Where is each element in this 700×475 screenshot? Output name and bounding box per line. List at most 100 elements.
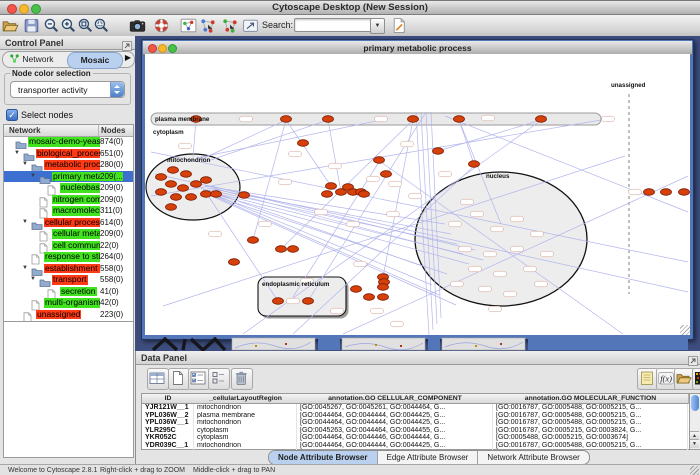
network-view-window[interactable]: primary metabolic process plasma membran…	[141, 39, 694, 340]
edit-document-button[interactable]	[390, 16, 409, 35]
network-node-label[interactable]	[459, 246, 472, 252]
network-node[interactable]	[378, 284, 389, 291]
network-node-label[interactable]	[535, 281, 548, 287]
network-canvas[interactable]: plasma membranecytoplasmmitochondrionnuc…	[145, 54, 690, 335]
network-node-label[interactable]	[391, 321, 404, 327]
tree-expand-icon[interactable]: ▼	[30, 276, 36, 282]
network-window-titlebar[interactable]: primary metabolic process	[143, 41, 692, 55]
select-nodes-checkbox[interactable]: ✓	[6, 109, 18, 121]
network-node-label[interactable]	[482, 115, 495, 121]
network-node-label[interactable]	[279, 179, 292, 185]
tree-expand-icon[interactable]: ▼	[22, 219, 28, 225]
table-cell[interactable]: YDR039C__1	[142, 442, 194, 450]
new-attribute-button[interactable]	[168, 368, 190, 390]
network-node[interactable]	[469, 161, 480, 168]
table-column-header[interactable]: annotation.GO CELLULAR_COMPONENT	[297, 394, 494, 404]
table-scrollbar[interactable]: ▲ ▼	[689, 393, 700, 450]
table-cell[interactable]: cytoplasm	[194, 427, 297, 435]
network-node[interactable]	[303, 298, 314, 305]
tree-expand-icon[interactable]: ▼	[22, 161, 28, 167]
network-node-label[interactable]	[329, 163, 342, 169]
network-node[interactable]	[248, 237, 259, 244]
table-cell[interactable]: [GO:0016787, GO:0005488, GO:0005215, G..…	[493, 419, 688, 427]
network-node-label[interactable]	[347, 221, 360, 227]
network-node[interactable]	[273, 298, 284, 305]
network-node-label[interactable]	[401, 141, 414, 147]
table-cell[interactable]: YKR052C	[142, 434, 194, 442]
select-attributes-button[interactable]	[188, 368, 210, 390]
network-edge[interactable]	[200, 120, 286, 160]
scroll-down-icon[interactable]: ▼	[690, 439, 699, 448]
network-node[interactable]	[229, 259, 240, 266]
network-node[interactable]	[201, 191, 212, 198]
network-node-label[interactable]	[439, 171, 452, 177]
tree-row[interactable]: response to stimul264(0)	[4, 251, 133, 263]
network-node[interactable]	[171, 194, 182, 201]
network-node[interactable]	[181, 171, 192, 178]
tab-network-attribute-browser[interactable]: Network Attribute Browser	[478, 451, 588, 464]
tree-row[interactable]: ▼metabolic process280(0)	[4, 159, 133, 171]
network-node[interactable]	[156, 189, 167, 196]
network-node[interactable]	[378, 294, 389, 301]
network-node-label[interactable]	[209, 231, 222, 237]
table-cell[interactable]: [GO:0044464, GO:0044444, GO:0044425, G..…	[297, 419, 493, 427]
table-cell[interactable]: YLR295C	[142, 427, 194, 435]
float-panel-icon[interactable]	[122, 38, 132, 48]
tree-row[interactable]: multi-organism pro42(0)	[4, 297, 133, 309]
tab-node-attribute-browser[interactable]: Node Attribute Browser	[269, 451, 378, 464]
network-node-label[interactable]	[179, 143, 192, 149]
table-cell[interactable]: [GO:0016787, GO:0005488, GO:0005215, G..…	[493, 412, 688, 420]
birdseye-network-button[interactable]	[179, 16, 198, 35]
tab-network[interactable]: Network	[9, 52, 65, 67]
network-node-label[interactable]	[602, 116, 615, 122]
clone-network-button[interactable]	[221, 16, 240, 35]
network-node-label[interactable]	[461, 199, 474, 205]
table-cell[interactable]: [GO:0044464, GO:0044444, GO:0044425, G..…	[297, 442, 493, 450]
network-node[interactable]	[536, 116, 547, 123]
table-cell[interactable]: YJR121W__1	[142, 404, 194, 412]
tree-row[interactable]: cell communicat22(0)	[4, 240, 133, 252]
network-node[interactable]	[239, 192, 250, 199]
tree-row[interactable]: ▼transport558(0)	[4, 274, 133, 286]
network-node[interactable]	[374, 157, 385, 164]
table-column-header[interactable]: annotation.GO MOLECULAR_FUNCTION	[493, 394, 689, 404]
table-cell[interactable]: YPL036W__1	[142, 419, 194, 427]
network-node[interactable]	[433, 148, 444, 155]
network-edge[interactable]	[205, 120, 328, 162]
network-node-label[interactable]	[451, 281, 464, 287]
network-node-label[interactable]	[524, 266, 537, 272]
network-node[interactable]	[351, 286, 362, 293]
network-node[interactable]	[166, 204, 177, 211]
table-cell[interactable]: [GO:0016787, GO:0005488, GO:0005215, G..…	[493, 442, 688, 450]
node-color-dropdown[interactable]: transporter activity	[10, 81, 125, 98]
network-node[interactable]	[359, 191, 370, 198]
table-cell[interactable]: mitochondrion	[194, 404, 297, 412]
tree-row[interactable]: unassigned223(0)	[4, 309, 133, 321]
network-edge[interactable]	[155, 174, 688, 292]
tree-col-network[interactable]: Network	[9, 126, 41, 135]
network-node[interactable]	[381, 171, 392, 178]
network-node-label[interactable]	[367, 176, 380, 182]
network-node[interactable]	[166, 181, 177, 188]
network-node[interactable]	[326, 183, 337, 190]
tree-row[interactable]: nucleobase-209(0)	[4, 182, 133, 194]
network-node-label[interactable]	[629, 189, 642, 195]
network-node[interactable]	[288, 246, 299, 253]
network-node[interactable]	[156, 174, 167, 181]
trash-button[interactable]	[231, 368, 253, 390]
table-cell[interactable]: [GO:0044464, GO:0044444, GO:0044425, G..…	[297, 412, 493, 420]
network-edge[interactable]	[328, 120, 341, 192]
table-cell[interactable]: [GO:0045263, GO:0044464, GO:0044455, G..…	[297, 427, 493, 435]
tree-expand-icon[interactable]: ▼	[14, 150, 20, 156]
network-node-label[interactable]	[315, 209, 328, 215]
open-folder-button[interactable]	[1, 16, 20, 35]
network-node[interactable]	[281, 116, 292, 123]
network-node-label[interactable]	[511, 246, 524, 252]
network-node[interactable]	[178, 185, 189, 192]
network-node-label[interactable]	[287, 298, 300, 304]
table-cell[interactable]: [GO:0045267, GO:0045261, GO:0044464, G..…	[297, 404, 493, 412]
network-node[interactable]	[644, 189, 655, 196]
zoom-selected-button[interactable]	[92, 16, 111, 35]
table-cell[interactable]: [GO:0005488, GO:0005215, GO:0003674]	[493, 434, 688, 442]
tab-mosaic[interactable]: Mosaic	[67, 52, 123, 69]
